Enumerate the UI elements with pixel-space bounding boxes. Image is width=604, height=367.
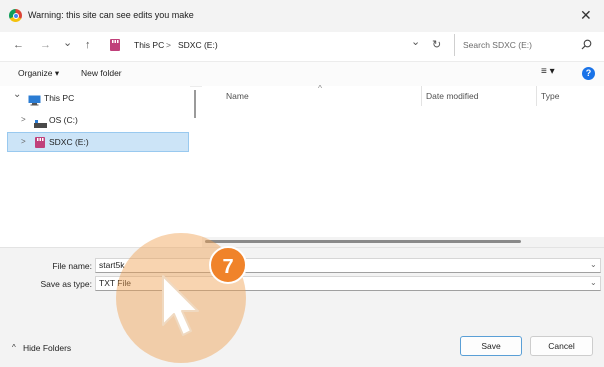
step-number-badge: 7 — [209, 246, 247, 284]
help-icon[interactable]: ? — [582, 67, 595, 80]
refresh-icon[interactable]: ↻ — [432, 38, 441, 51]
chevron-down-icon[interactable]: ⌄ — [590, 260, 597, 269]
search-box[interactable]: Search SDXC (E:) — [454, 34, 601, 56]
save-button[interactable]: Save — [460, 336, 522, 356]
tree-label-this-pc: This PC — [44, 93, 75, 103]
up-arrow-icon[interactable]: ↑ — [85, 39, 91, 51]
tree-item-this-pc[interactable]: ⌄ This PC — [0, 88, 190, 108]
hide-folders-button[interactable]: Hide Folders — [23, 343, 71, 353]
close-icon[interactable]: ✕ — [580, 7, 592, 24]
chrome-icon — [9, 9, 22, 22]
search-icon — [581, 39, 592, 52]
organize-button[interactable]: Organize ▾ — [18, 68, 59, 79]
file-name-value: start5k — [99, 260, 125, 270]
address-dropdown-icon[interactable]: ⌄ — [411, 35, 420, 48]
column-header-type[interactable]: Type — [541, 91, 559, 101]
mouse-pointer-icon — [160, 273, 204, 341]
forward-arrow-icon[interactable]: → — [40, 39, 51, 51]
title-bar: Warning: this site can see edits you mak… — [0, 0, 604, 33]
cancel-button[interactable]: Cancel — [530, 336, 593, 356]
view-options-button[interactable]: ≡ ▾ — [541, 66, 555, 77]
command-bar: Organize ▾ New folder ≡ ▾ ? — [0, 61, 604, 87]
chevron-right-icon[interactable]: > — [21, 110, 26, 130]
sd-card-icon — [108, 37, 122, 53]
sort-indicator-icon: ^ — [318, 83, 322, 93]
window-title: Warning: this site can see edits you mak… — [28, 10, 194, 20]
horizontal-scrollbar-thumb[interactable] — [205, 240, 521, 243]
breadcrumb-separator: > — [166, 40, 171, 50]
column-header-date-modified[interactable]: Date modified — [426, 91, 478, 101]
back-arrow-icon[interactable]: ← — [13, 39, 24, 51]
navigation-pane: ⌄ This PC > OS (C:) > SDXC (E:) — [0, 86, 190, 246]
tree-item-os-c[interactable]: > OS (C:) — [0, 110, 190, 130]
column-divider[interactable] — [421, 86, 422, 106]
file-list-pane[interactable]: Name ^ Date modified Type — [202, 83, 604, 246]
breadcrumb-sdxc[interactable]: SDXC (E:) — [178, 40, 218, 50]
tree-label-sdxc: SDXC (E:) — [49, 137, 89, 147]
sd-card-icon — [34, 136, 46, 156]
breadcrumb-this-pc[interactable]: This PC — [134, 40, 164, 50]
search-input[interactable]: Search SDXC (E:) — [463, 40, 532, 50]
column-divider[interactable] — [536, 86, 537, 106]
tree-label-os-c: OS (C:) — [49, 115, 78, 125]
save-options-panel: File name: start5k ⌄ Save as type: TXT F… — [0, 247, 604, 367]
chevron-down-icon[interactable]: ⌄ — [13, 85, 21, 105]
chevron-up-icon[interactable]: ^ — [12, 343, 16, 352]
pane-scrollbar[interactable] — [194, 90, 196, 118]
recent-locations-chevron-icon[interactable]: ⌄ — [63, 36, 72, 49]
file-name-label: File name: — [52, 261, 92, 271]
save-as-type-label: Save as type: — [40, 279, 92, 289]
chevron-right-icon[interactable]: > — [21, 132, 26, 152]
column-header-name[interactable]: Name — [226, 91, 249, 101]
new-folder-button[interactable]: New folder — [81, 68, 122, 78]
chevron-down-icon[interactable]: ⌄ — [590, 278, 597, 287]
tree-item-sdxc[interactable]: > SDXC (E:) — [7, 132, 189, 152]
